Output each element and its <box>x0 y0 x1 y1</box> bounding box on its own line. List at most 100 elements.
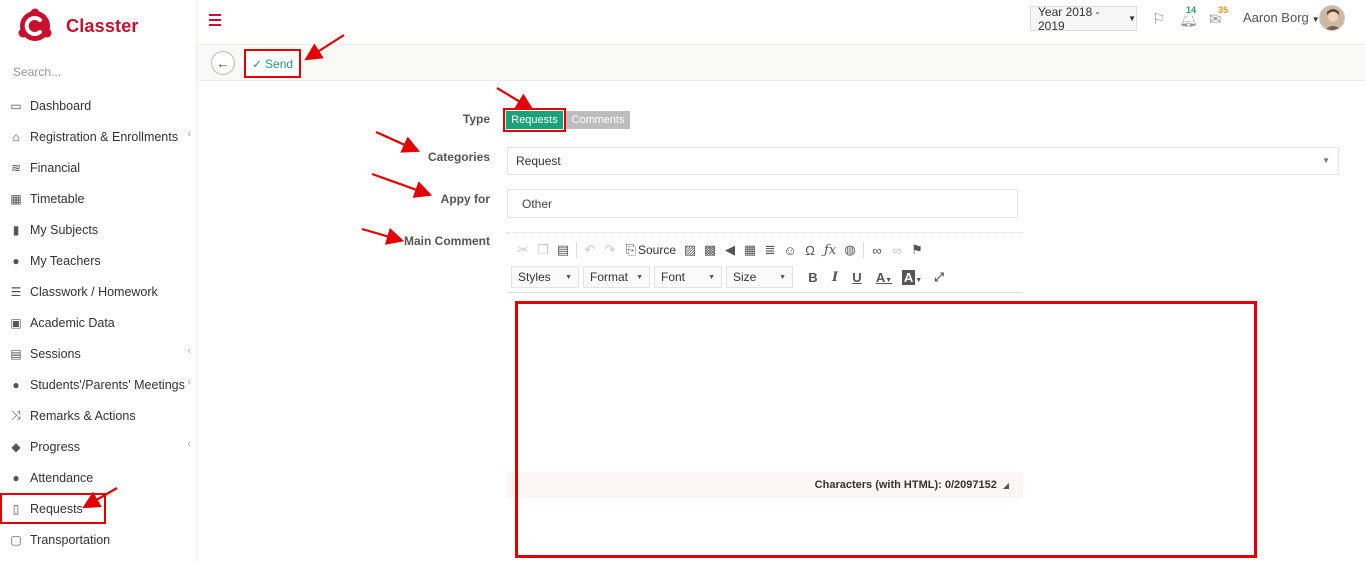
unlink-icon[interactable]: ∞ <box>887 241 907 259</box>
book-icon: ▮ <box>12 222 20 237</box>
search-input[interactable] <box>0 58 196 86</box>
sidebar-item-label: Attendance <box>30 470 94 485</box>
italic-button[interactable]: I <box>825 270 845 285</box>
sidebar-item-requests[interactable]: ▯ Requests <box>0 493 106 524</box>
user-name: Aaron Borg <box>1243 10 1309 25</box>
format-dropdown[interactable]: Format ▼ <box>583 266 650 288</box>
font-dropdown[interactable]: Font ▼ <box>654 266 722 288</box>
type-comments-button[interactable]: Comments <box>566 111 630 129</box>
anchor-flag-icon[interactable]: ⚑ <box>907 241 927 259</box>
link-icon[interactable]: ∞ <box>867 241 887 259</box>
source-label: Source <box>638 243 677 257</box>
resize-handle-icon[interactable]: ◢ <box>1003 481 1009 490</box>
special-char-icon[interactable]: Ω <box>800 241 820 259</box>
categories-label: Categories <box>427 150 490 164</box>
chevron-left-icon: ‹ <box>187 376 191 388</box>
image-upload-icon[interactable]: ▩ <box>700 241 720 259</box>
horizontal-rule-icon[interactable]: ≣ <box>760 241 780 259</box>
hamburger-menu-icon[interactable] <box>209 14 221 26</box>
main-comment-editor[interactable] <box>507 292 1023 472</box>
sidebar-item-remarks-actions[interactable]: ⤨ Remarks & Actions <box>0 400 196 431</box>
formula-icon[interactable]: ƒx <box>820 241 840 259</box>
maximize-icon[interactable]: ⤢ <box>929 270 949 285</box>
caret-down-icon: ▼ <box>636 274 643 281</box>
sidebar-item-classwork-homework[interactable]: ☰ Classwork / Homework <box>0 276 196 307</box>
size-label: Size <box>733 270 757 284</box>
meeting-icon: ● <box>12 377 20 392</box>
back-button[interactable]: ← <box>211 51 235 75</box>
table-icon[interactable]: ▦ <box>740 241 760 259</box>
sidebar-item-registration-enrollments[interactable]: ⌂ Registration & Enrollments ‹ <box>0 121 196 152</box>
sidebar-item-dashboard[interactable]: ▭ Dashboard <box>0 90 196 121</box>
bold-button[interactable]: B <box>803 270 823 285</box>
apply-for-label: Appy for <box>440 192 490 206</box>
year-label: Year 2018 - 2019 <box>1038 4 1100 33</box>
redo-icon[interactable]: ↷ <box>600 241 620 259</box>
size-dropdown[interactable]: Size ▼ <box>726 266 793 288</box>
apply-for-input[interactable] <box>507 189 1018 218</box>
paste-icon[interactable]: ▤ <box>553 241 573 259</box>
copy-icon[interactable]: ❐ <box>533 241 553 259</box>
styles-label: Styles <box>518 270 551 284</box>
sidebar-item-financial[interactable]: ≋ Financial <box>0 152 196 183</box>
cut-icon[interactable]: ✂ <box>513 241 533 259</box>
globe-icon[interactable]: ◍ <box>840 241 860 259</box>
institution-icon: ⌂ <box>12 129 20 144</box>
messages-badge: 35 <box>1215 4 1232 16</box>
sidebar-item-label: Financial <box>30 160 81 175</box>
image-icon[interactable]: ▨ <box>680 241 700 259</box>
sidebar-item-attendance[interactable]: ● Attendance <box>0 462 196 493</box>
audio-icon[interactable]: ◀ <box>720 241 740 259</box>
sidebar-item-sessions[interactable]: ▤ Sessions ‹ <box>0 338 196 369</box>
bus-icon: ▢ <box>10 532 22 547</box>
sidebar-item-my-teachers[interactable]: ● My Teachers <box>0 245 196 276</box>
editor-footer: Characters (with HTML): 0/2097152 ◢ <box>507 472 1023 498</box>
sidebar-item-timetable[interactable]: ▦ Timetable <box>0 183 196 214</box>
user-menu[interactable]: Aaron Borg ▼ <box>1243 10 1320 25</box>
avatar[interactable] <box>1319 5 1345 31</box>
chevron-left-icon: ‹ <box>187 128 191 140</box>
topbar: Year 2018 - 2019 ▼ ⚐ 🔔︎ 14 ✉ 35 Aaron Bo… <box>197 0 1365 45</box>
sidebar-item-students-parents-meetings[interactable]: ● Students'/Parents' Meetings ‹ <box>0 369 196 400</box>
graduation-cap-icon: ◆ <box>11 439 21 454</box>
text-color-button[interactable]: A▼ <box>871 270 897 285</box>
list-icon: ☰ <box>10 284 22 299</box>
checkmark-icon: ✓ <box>251 56 263 71</box>
sidebar-item-label: Classwork / Homework <box>30 284 158 299</box>
flag-icon[interactable]: ⚐ <box>1152 10 1165 28</box>
action-bar: ← ✓ Send <box>197 45 1365 81</box>
sidebar-item-progress[interactable]: ◆ Progress ‹ <box>0 431 196 462</box>
source-button[interactable]: ⎘ Source <box>624 241 676 259</box>
notifications-badge: 14 <box>1183 4 1200 16</box>
chevron-left-icon: ‹ <box>187 438 191 450</box>
laptop-icon: ▭ <box>10 98 22 113</box>
sidebar-item-academic-data[interactable]: ▣ Academic Data <box>0 307 196 338</box>
sidebar-item-label: Transportation <box>30 532 111 547</box>
underline-button[interactable]: U <box>847 270 867 285</box>
send-button[interactable]: ✓ Send <box>244 49 301 78</box>
sidebar-item-transportation[interactable]: ▢ Transportation <box>0 524 196 555</box>
sidebar-item-label: Sessions <box>30 346 81 361</box>
caret-down-icon: ▼ <box>708 274 715 281</box>
caret-down-icon: ▼ <box>915 276 923 284</box>
categories-select[interactable]: Request ▼ <box>507 147 1339 175</box>
app-logo[interactable]: Classter <box>18 8 139 44</box>
smiley-icon[interactable]: ☺ <box>780 241 800 259</box>
sidebar-item-label: Registration & Enrollments <box>30 129 178 144</box>
user-check-icon: ● <box>12 470 20 485</box>
main-comment-label: Main Comment <box>403 234 490 248</box>
sidebar-item-label: Requests <box>30 501 83 516</box>
sidebar-nav: ▭ Dashboard ⌂ Registration & Enrollments ‹ ≋ F… <box>0 90 196 555</box>
toolbar-divider <box>863 242 865 258</box>
classter-logo-icon <box>18 8 52 41</box>
styles-dropdown[interactable]: Styles ▼ <box>511 266 579 288</box>
year-selector[interactable]: Year 2018 - 2019 ▼ <box>1030 4 1137 33</box>
bg-color-button[interactable]: A ▼ <box>899 269 925 285</box>
bg-color-label: A <box>901 269 916 285</box>
caret-down-icon: ▼ <box>779 274 786 281</box>
sidebar-item-my-subjects[interactable]: ▮ My Subjects <box>0 214 196 245</box>
type-requests-button[interactable]: Requests <box>503 108 566 132</box>
sidebar-item-label: Progress <box>30 439 81 454</box>
id-card-icon: ▣ <box>10 315 22 330</box>
undo-icon[interactable]: ↶ <box>580 241 600 259</box>
